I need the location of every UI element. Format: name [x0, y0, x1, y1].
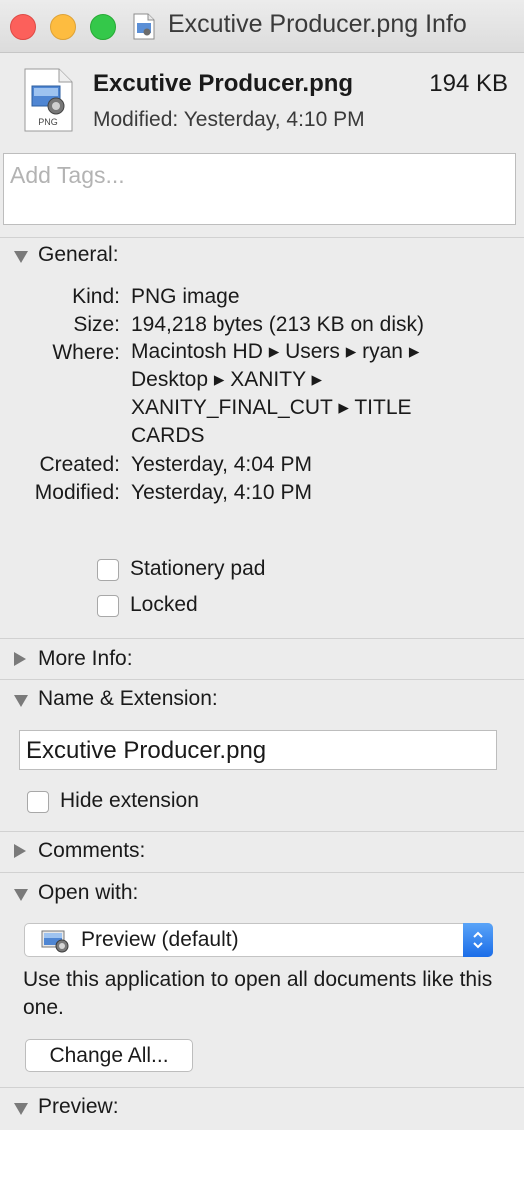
divider [0, 1087, 524, 1088]
preview-app-icon [41, 930, 69, 953]
document-icon [133, 13, 155, 40]
section-open-with[interactable]: Open with: [0, 881, 524, 911]
where-label: Where: [52, 341, 120, 364]
tags-placeholder: Add Tags... [10, 162, 125, 188]
locked-label: Locked [130, 593, 198, 616]
size-value: 194,218 bytes (213 KB on disk) [131, 313, 425, 336]
modified-line: Modified: Yesterday, 4:10 PM [93, 108, 365, 132]
kind-label: Kind: [72, 285, 120, 308]
modified-value: Yesterday, 4:10 PM [183, 108, 365, 131]
section-label: Comments: [38, 839, 146, 862]
section-label: Open with: [38, 881, 139, 904]
section-label: More Info: [38, 647, 133, 670]
modified-info-value: Yesterday, 4:10 PM [131, 481, 312, 504]
where-value: Macintosh HD ▸ Users ▸ ryan ▸ Desktop ▸ … [131, 340, 420, 447]
locked-checkbox[interactable] [97, 595, 119, 617]
section-name-extension[interactable]: Name & Extension: [0, 687, 524, 717]
preview-image: EXECUTIVE PRODUCER [0, 1130, 524, 1194]
section-more-info[interactable]: More Info: [0, 647, 524, 677]
disclosure-triangle-collapsed-icon[interactable] [14, 652, 26, 666]
section-label: Name & Extension: [38, 687, 218, 710]
disclosure-triangle-expanded-icon[interactable] [14, 251, 28, 263]
file-name-input[interactable]: Excutive Producer.png [19, 730, 497, 770]
disclosure-triangle-expanded-icon[interactable] [14, 889, 28, 901]
preview-image-canvas: EXECUTIVE PRODUCER [0, 1130, 524, 1194]
select-arrows-icon[interactable] [463, 923, 493, 957]
close-button[interactable] [10, 14, 36, 40]
divider [0, 638, 524, 639]
kind-value: PNG image [131, 285, 240, 308]
modified-info-label: Modified: [34, 481, 120, 504]
change-all-button[interactable]: Change All... [25, 1039, 193, 1072]
section-general[interactable]: General: [0, 243, 524, 273]
open-with-select[interactable]: Preview (default) [24, 923, 493, 957]
file-name: Excutive Producer.png [93, 70, 354, 97]
file-size: 194 KB [429, 70, 508, 97]
created-label: Created: [39, 453, 120, 476]
created-value: Yesterday, 4:04 PM [131, 453, 312, 476]
section-label: Preview: [38, 1095, 119, 1118]
section-preview[interactable]: Preview: [0, 1095, 524, 1125]
disclosure-triangle-collapsed-icon[interactable] [14, 844, 26, 858]
size-label: Size: [73, 313, 120, 336]
section-comments[interactable]: Comments: [0, 839, 524, 869]
stationery-pad-label: Stationery pad [130, 557, 266, 580]
modified-label: Modified: [93, 108, 179, 131]
minimize-button[interactable] [50, 14, 76, 40]
divider [0, 872, 524, 873]
divider [0, 679, 524, 680]
divider [0, 237, 524, 238]
tags-field[interactable]: Add Tags... [3, 153, 516, 225]
zoom-button[interactable] [90, 14, 116, 40]
preview-image-text: EXECUTIVE PRODUCER [7, 1139, 510, 1183]
hide-extension-label: Hide extension [60, 789, 199, 812]
png-badge-label: PNG [38, 117, 58, 127]
png-file-icon: PNG [24, 68, 73, 132]
disclosure-triangle-expanded-icon[interactable] [14, 695, 28, 707]
title-bar: Excutive Producer.png Info [0, 0, 524, 53]
divider [0, 831, 524, 832]
hide-extension-checkbox[interactable] [27, 791, 49, 813]
stationery-pad-checkbox[interactable] [97, 559, 119, 581]
disclosure-triangle-expanded-icon[interactable] [14, 1103, 28, 1115]
section-label: General: [38, 243, 119, 266]
open-with-description: Use this application to open all documen… [23, 968, 493, 1019]
open-with-selected-app: Preview (default) [81, 928, 239, 951]
window-title: Excutive Producer.png Info [168, 10, 467, 38]
